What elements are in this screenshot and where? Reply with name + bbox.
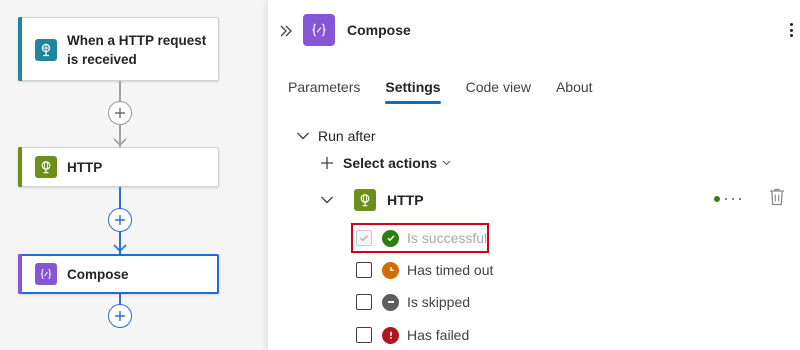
collapse-panel-button[interactable] (278, 23, 294, 39)
annotation-highlight-box (351, 223, 489, 253)
arrow-down-icon (113, 138, 127, 147)
arrow-down-icon (113, 244, 127, 253)
plus-icon (115, 311, 125, 321)
status-dot-success (714, 196, 720, 202)
compose-braces-icon (35, 263, 57, 285)
trigger-card[interactable]: When a HTTP request is received (18, 17, 219, 81)
card-accent-bar (18, 147, 22, 187)
tab-settings[interactable]: Settings (385, 78, 441, 104)
chevron-down-icon (297, 132, 309, 140)
more-options-button[interactable] (786, 20, 796, 40)
run-after-section-toggle[interactable]: Run after (296, 128, 376, 144)
globe-icon (354, 189, 376, 211)
clock-icon (382, 261, 399, 279)
run-after-status-indicator (714, 196, 746, 202)
plus-icon (115, 215, 125, 225)
is-skipped-checkbox[interactable] (356, 294, 372, 310)
minus-circle-icon (382, 293, 399, 311)
add-step-button[interactable] (108, 101, 132, 125)
details-panel: Compose Parameters Settings Code view Ab… (268, 0, 800, 350)
tab-code-view[interactable]: Code view (466, 78, 531, 104)
run-after-action-label: HTTP (387, 192, 424, 208)
double-chevron-right-icon (280, 25, 292, 37)
plus-icon (115, 108, 125, 118)
panel-tabs: Parameters Settings Code view About (288, 78, 618, 104)
panel-title[interactable]: Compose (347, 22, 411, 38)
condition-has-failed: Has failed (356, 323, 469, 347)
http-card[interactable]: HTTP (18, 147, 219, 187)
workflow-canvas[interactable]: When a HTTP request is received HTTP Com… (0, 0, 268, 350)
status-dot (732, 198, 734, 200)
chevron-down-icon[interactable] (320, 195, 334, 205)
tab-about[interactable]: About (556, 78, 593, 104)
condition-is-skipped: Is skipped (356, 290, 470, 314)
select-actions-button[interactable]: Select actions (320, 155, 451, 171)
tab-parameters[interactable]: Parameters (288, 78, 360, 104)
more-dot (789, 23, 793, 26)
web-request-icon (35, 39, 57, 61)
add-step-button[interactable] (108, 304, 132, 328)
more-dot (789, 28, 793, 32)
trigger-card-label: When a HTTP request is received (67, 33, 207, 67)
delete-run-after-button[interactable] (768, 187, 788, 207)
has-timed-out-checkbox[interactable] (356, 262, 372, 278)
globe-icon (35, 156, 57, 178)
status-dot (725, 198, 727, 200)
run-after-action-row: HTTP (320, 187, 790, 215)
chevron-down-icon (442, 160, 451, 166)
add-icon (321, 157, 333, 169)
add-step-button[interactable] (108, 208, 132, 232)
card-accent-bar (18, 17, 22, 81)
is-skipped-label: Is skipped (407, 294, 471, 310)
trash-icon (770, 188, 784, 206)
run-after-label: Run after (318, 128, 376, 144)
select-actions-label: Select actions (343, 155, 438, 171)
compose-card-label: Compose (67, 267, 129, 282)
has-failed-label: Has failed (407, 327, 470, 343)
compose-braces-icon (303, 14, 335, 46)
more-dot (789, 34, 793, 37)
http-card-label: HTTP (67, 160, 103, 175)
has-failed-checkbox[interactable] (356, 327, 372, 343)
has-timed-out-label: Has timed out (407, 262, 494, 278)
error-circle-icon (382, 326, 399, 344)
connector-line (119, 294, 121, 304)
compose-card[interactable]: Compose (18, 254, 219, 294)
condition-has-timed-out: Has timed out (356, 258, 493, 282)
status-dot (739, 198, 741, 200)
card-accent-bar (18, 254, 22, 294)
